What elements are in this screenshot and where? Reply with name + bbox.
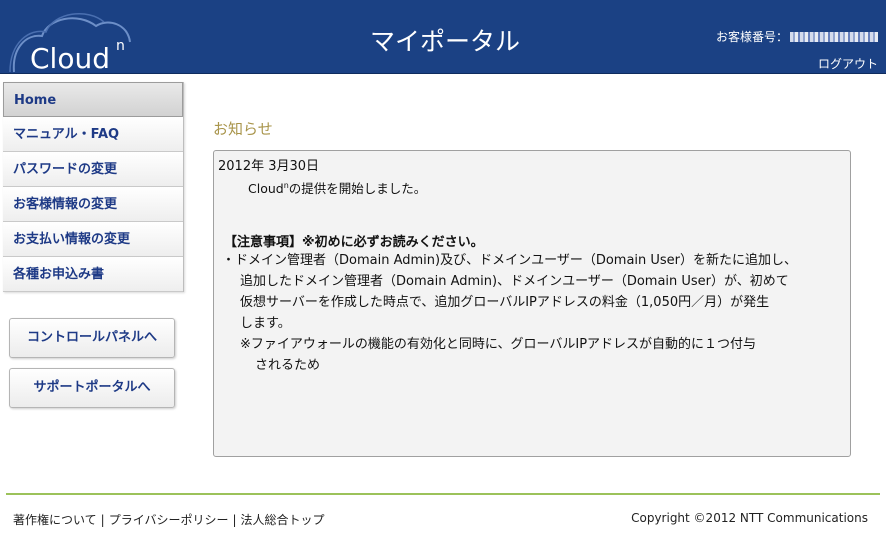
notice-line: 追加したドメイン管理者（Domain Admin)、ドメインユーザー（Domai… [240, 274, 789, 289]
copyright-text: Copyright ©2012 NTT Communications [631, 511, 868, 525]
notice-caution-heading: 【注意事項】※初めに必ずお読みください。 [224, 235, 484, 250]
notice-box: 2012年 3月30日 Cloudnの提供を開始しました。 【注意事項】※初めに… [213, 150, 851, 457]
notice-line: します。 [240, 316, 291, 331]
control-panel-button[interactable]: コントロールパネルへ [9, 318, 175, 358]
masked-customer-number [790, 31, 878, 42]
footer-separator: | [100, 513, 105, 527]
sidebar-item-home[interactable]: Home [3, 82, 183, 117]
customer-number-label: お客様番号： [715, 30, 788, 44]
footer-links: 著作権について | プライバシーポリシー | 法人総合トップ [13, 511, 325, 528]
footer-link-corporate-top[interactable]: 法人総合トップ [241, 513, 325, 527]
header-bar: Cloud n マイポータル お客様番号： ログアウト [0, 0, 886, 75]
notice-line: ・ドメイン管理者（Domain Admin)及び、ドメインユーザー（Domain… [222, 253, 798, 268]
footer-divider [6, 493, 880, 495]
sidebar-item-manual-faq[interactable]: マニュアル・FAQ [3, 117, 183, 152]
notice-message-product: Cloud [248, 181, 284, 196]
footer-link-copyright[interactable]: 著作権について [13, 513, 97, 527]
notice-heading: お知らせ [213, 120, 273, 138]
notice-line: されるため [255, 358, 321, 373]
notice-line: ※ファイアウォールの機能の有効化と同時に、グローバルIPアドレスが自動的に１つ付… [240, 337, 757, 352]
notice-date: 2012年 3月30日 [218, 159, 320, 174]
footer-separator: | [232, 513, 237, 527]
sidebar-item-customer-info[interactable]: お客様情報の変更 [3, 187, 183, 222]
sidebar-item-application-forms[interactable]: 各種お申込み書 [3, 257, 183, 292]
sidebar-nav: Home マニュアル・FAQ パスワードの変更 お客様情報の変更 お支払い情報の… [3, 82, 184, 292]
support-portal-button[interactable]: サポートポータルへ [9, 368, 175, 408]
page-title: マイポータル [369, 27, 520, 56]
notice-message: Cloudnの提供を開始しました。 [248, 178, 426, 197]
logout-link[interactable]: ログアウト [818, 55, 878, 72]
notice-body: ・ドメイン管理者（Domain Admin)及び、ドメインユーザー（Domain… [222, 250, 797, 376]
logo-superscript: n [116, 38, 125, 54]
cloudn-logo[interactable]: Cloud n [8, 8, 138, 75]
logo-text: Cloud [30, 42, 110, 75]
footer-link-privacy-policy[interactable]: プライバシーポリシー [109, 513, 229, 527]
sidebar-item-payment-info[interactable]: お支払い情報の変更 [3, 222, 183, 257]
notice-line: 仮想サーバーを作成した時点で、追加グローバルIPアドレスの料金（1,050円／月… [240, 295, 770, 310]
notice-message-text: の提供を開始しました。 [288, 181, 427, 196]
sidebar-item-password-change[interactable]: パスワードの変更 [3, 152, 183, 187]
customer-number: お客様番号： [716, 28, 878, 45]
